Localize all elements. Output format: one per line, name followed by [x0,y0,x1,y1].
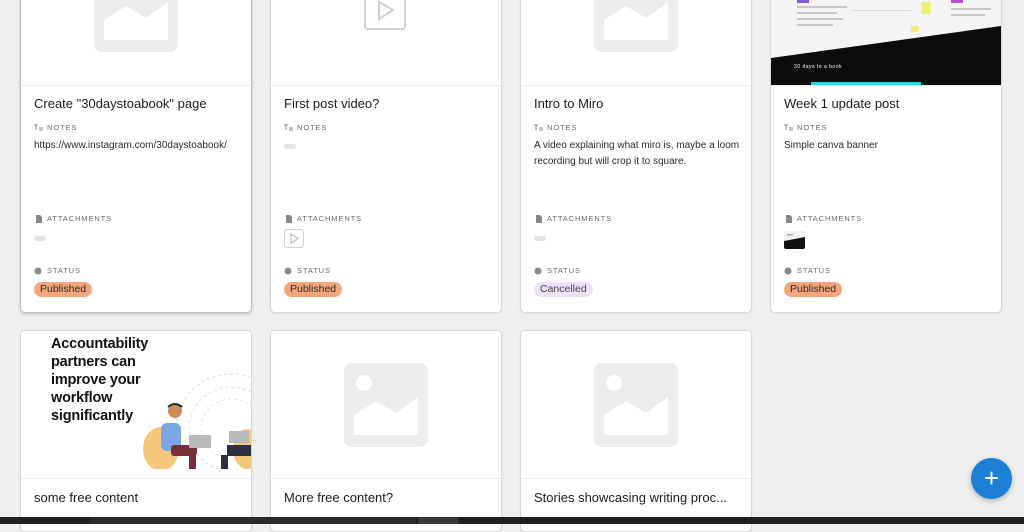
status-badge: Published [784,282,843,297]
notes-label: NOTES [534,123,577,132]
image-placeholder-icon [344,363,428,447]
record-card[interactable]: Create "30daystoabook" page NOTES https:… [20,0,252,313]
status-badge: Published [34,282,93,297]
card-title: More free content? [284,490,394,505]
empty-attachment [534,236,546,241]
status-icon [284,267,292,274]
card-cover [271,0,501,86]
record-card[interactable]: Intro to Miro NOTES A video explaining w… [520,0,752,313]
text-field-icon [534,124,543,130]
card-title: Week 1 update post [784,96,900,111]
notes-value: https://www.instagram.com/30daystoabook/ [34,140,227,151]
empty-notes [284,144,296,149]
card-title: some free content [34,490,139,505]
card-cover [271,331,501,479]
file-icon [536,214,542,223]
card-cover: Accountability partners can improve your… [21,331,251,479]
status-icon [534,267,542,274]
card-title: Create "30daystoabook" page [34,96,207,111]
attachments-label: ATTACHMENTS [784,214,862,223]
status-label: STATUS [34,266,81,275]
record-card[interactable]: Accountability partners can improve your… [20,330,252,532]
card-cover: 30 days to a book [771,0,1001,86]
play-icon [290,232,300,245]
status-label: STATUS [284,266,331,275]
card-cover [21,0,251,86]
status-label: STATUS [534,266,581,275]
card-cover [521,331,751,479]
image-placeholder-icon [594,0,678,52]
status-icon [34,267,42,274]
card-cover [521,0,751,86]
notes-value: A video explaining what miro is, maybe a… [534,140,740,167]
empty-attachment [34,236,46,241]
file-icon [786,214,792,223]
notes-label: NOTES [284,123,327,132]
file-icon [36,214,42,223]
record-card[interactable]: First post video? NOTES ATTACHMENTS STAT… [270,0,502,313]
video-attachment-thumbnail[interactable] [284,229,304,248]
banner-image [771,0,1001,85]
notes-label: NOTES [34,123,77,132]
plus-icon: + [983,463,1000,493]
play-video-icon [364,0,406,30]
file-icon [286,214,292,223]
notes-label: NOTES [784,123,827,132]
record-card[interactable]: More free content? [270,330,502,532]
text-field-icon [284,124,293,130]
record-card[interactable]: Stories showcasing writing proc... [520,330,752,532]
status-badge: Cancelled [534,282,593,297]
cover-text: Accountability partners can improve your… [51,336,149,424]
status-icon [784,267,792,274]
image-attachment-thumbnail[interactable] [784,231,805,249]
text-field-icon [34,124,43,130]
attachments-label: ATTACHMENTS [34,214,112,223]
record-card[interactable]: 30 days to a book Week 1 update post NOT… [770,0,1002,313]
add-record-button[interactable]: + [971,458,1012,499]
banner-caption: 30 days to a book [794,64,842,70]
attachments-label: ATTACHMENTS [284,214,362,223]
card-title: First post video? [284,96,380,111]
card-title: Stories showcasing writing proc... [534,490,727,505]
text-field-icon [784,124,793,130]
card-title: Intro to Miro [534,96,604,111]
attachments-label: ATTACHMENTS [534,214,612,223]
status-label: STATUS [784,266,831,275]
status-badge: Published [284,282,343,297]
taskbar [0,517,1024,524]
notes-value: Simple canva banner [784,140,878,151]
image-placeholder-icon [594,363,678,447]
image-placeholder-icon [94,0,178,52]
